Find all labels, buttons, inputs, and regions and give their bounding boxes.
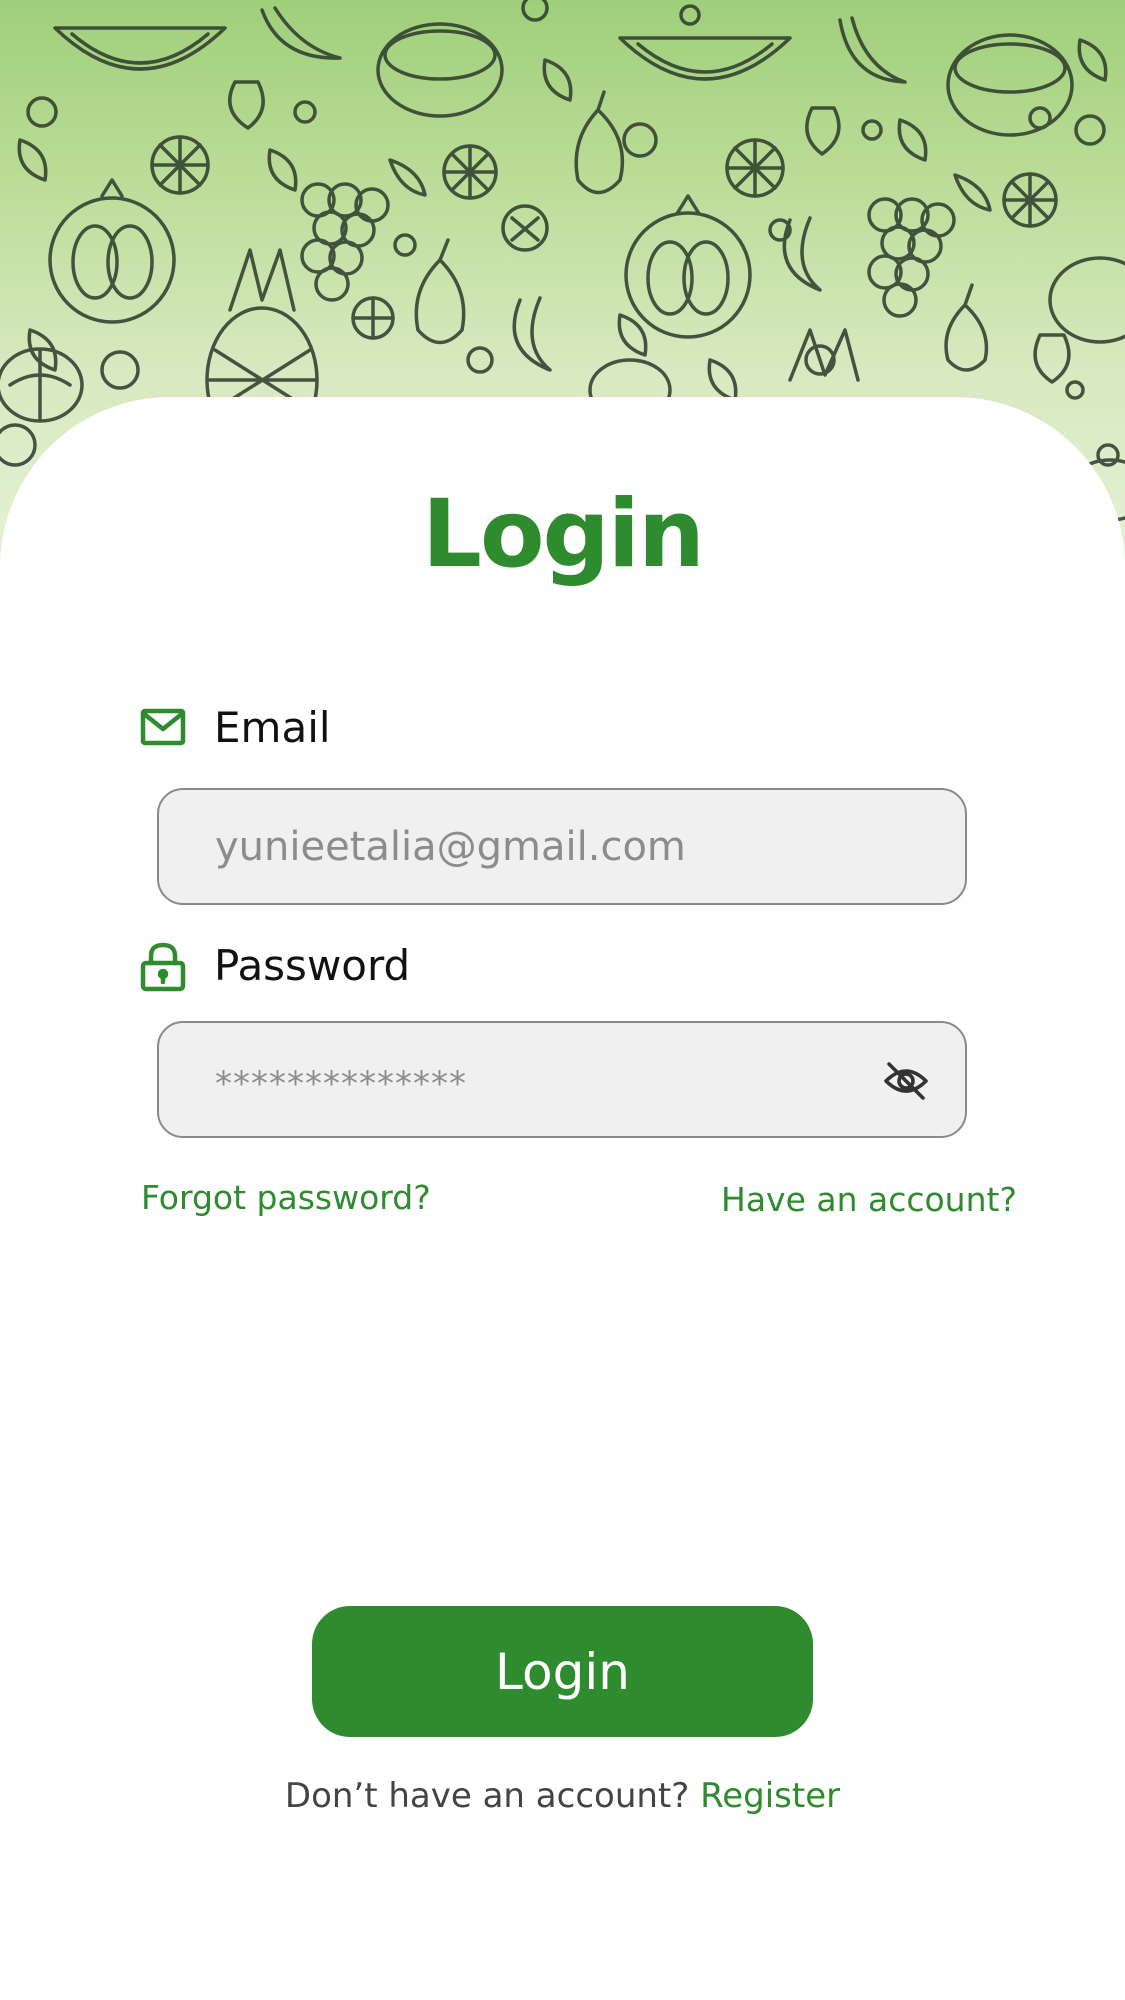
password-input[interactable]: ************** (157, 1021, 967, 1138)
lock-icon (140, 942, 186, 992)
forgot-password-link[interactable]: Forgot password? (141, 1178, 431, 1217)
email-placeholder: yunieetalia@gmail.com (215, 823, 686, 870)
register-prompt-text: Don’t have an account? (284, 1776, 690, 1816)
email-label: Email (214, 702, 331, 752)
login-button-label: Login (495, 1642, 630, 1701)
email-label-row: Email (140, 699, 331, 755)
email-input[interactable]: yunieetalia@gmail.com (157, 788, 967, 905)
password-label: Password (214, 940, 411, 990)
password-label-row: Password (140, 937, 410, 993)
register-link[interactable]: Register (700, 1776, 840, 1816)
page-title: Login (422, 480, 705, 589)
password-value: ************** (215, 1063, 467, 1104)
have-account-link[interactable]: Have an account? (721, 1180, 1017, 1219)
login-button[interactable]: Login (312, 1606, 813, 1737)
eye-off-icon[interactable] (883, 1061, 929, 1101)
register-prompt: Don’t have an account? Register (0, 1776, 1125, 1816)
envelope-icon (140, 704, 186, 750)
